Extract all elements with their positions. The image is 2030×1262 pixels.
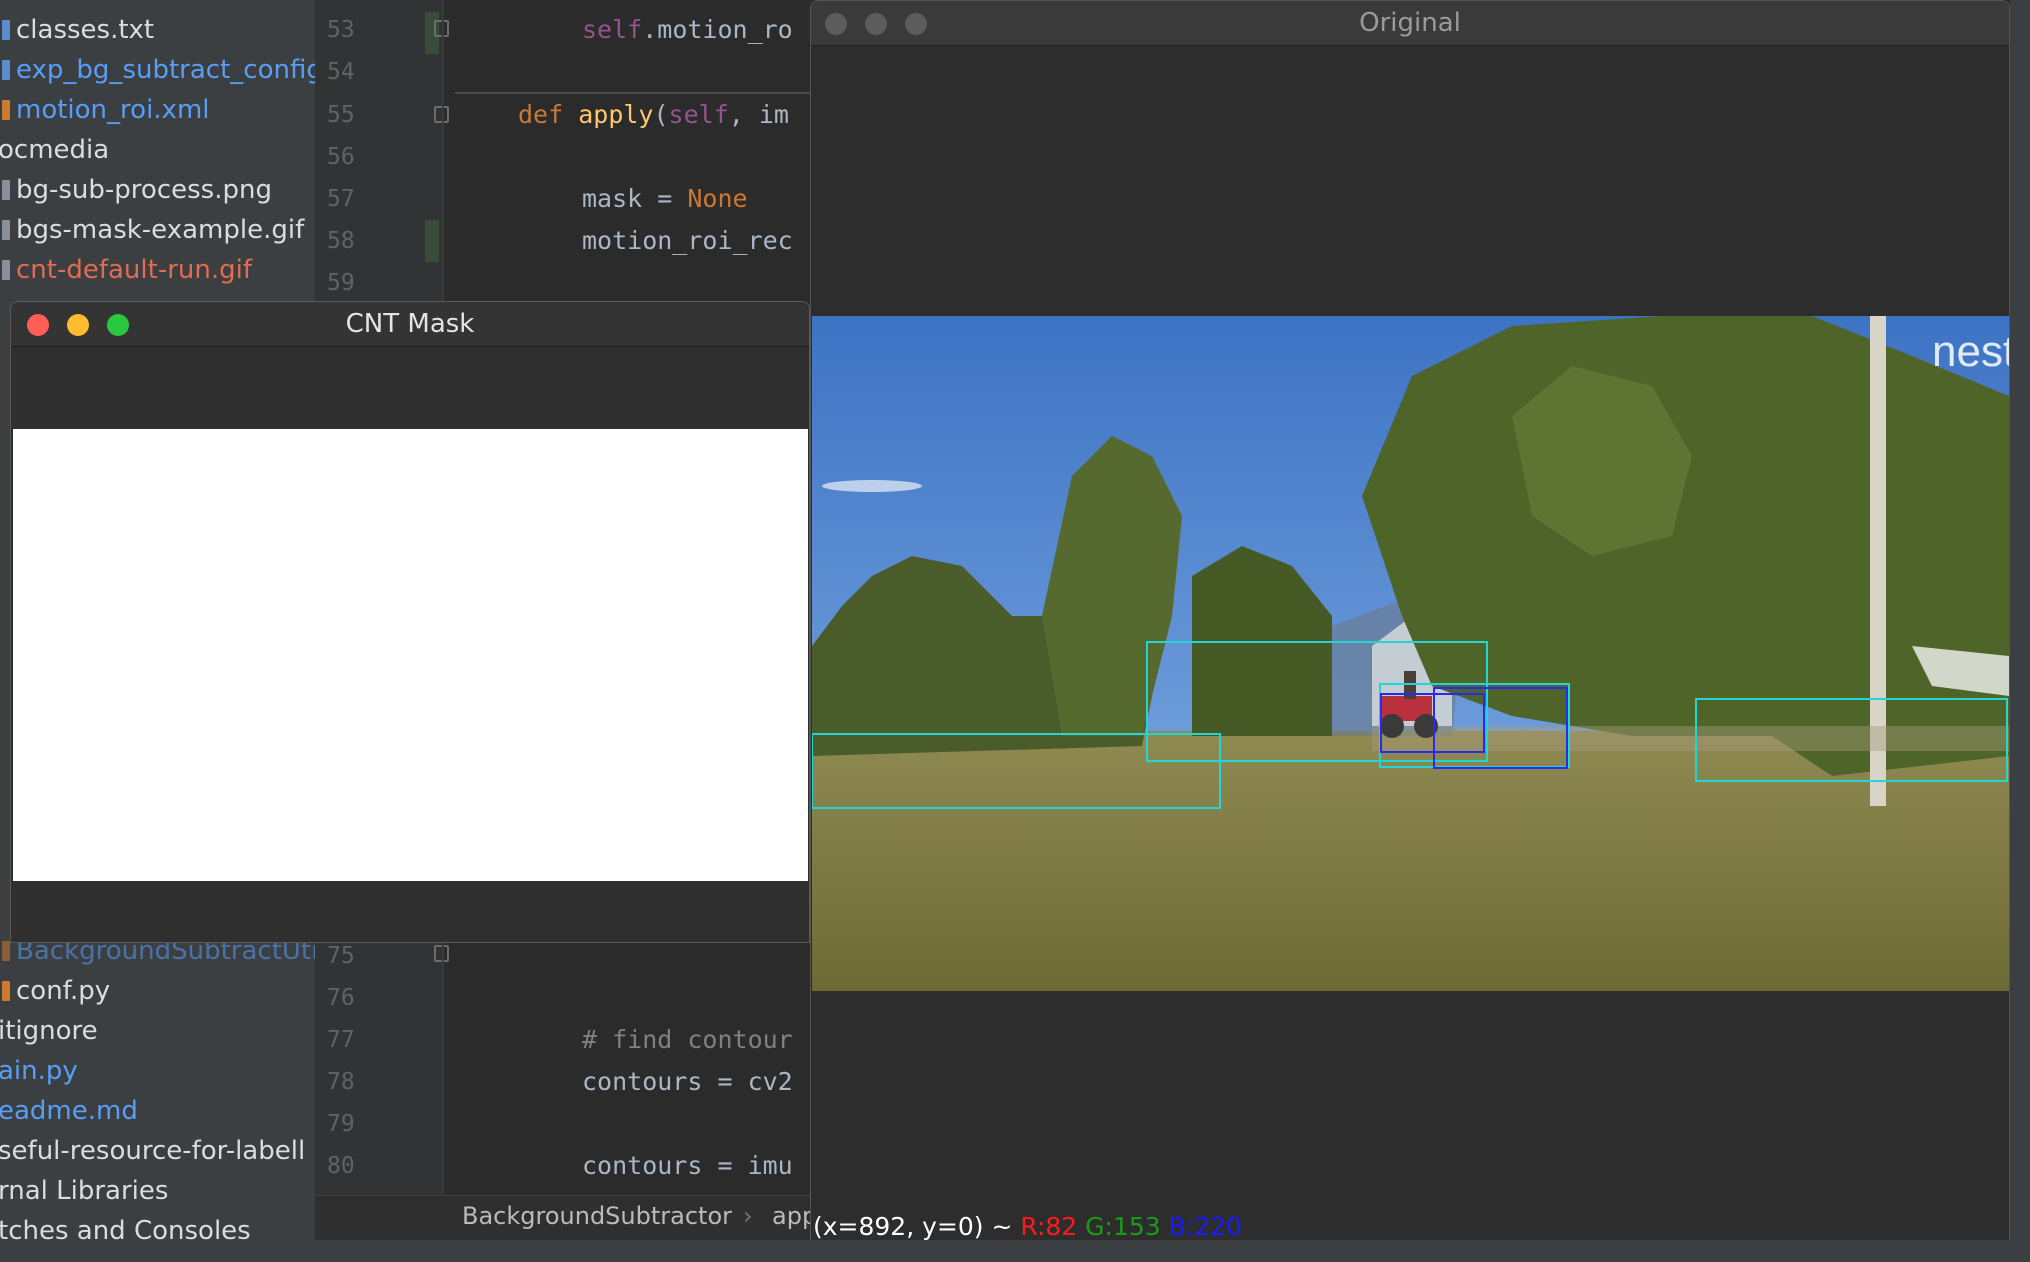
- pixel-green-value: G:153: [1085, 1212, 1161, 1241]
- code-line-80[interactable]: contours = imu: [582, 1146, 793, 1186]
- close-icon[interactable]: [825, 13, 847, 35]
- line-number: 56: [327, 144, 355, 170]
- code-line-53[interactable]: self.motion_ro: [582, 10, 793, 50]
- tree-item-classes-txt[interactable]: classes.txt: [0, 10, 315, 50]
- line-number: 79: [327, 1111, 355, 1137]
- code-line-55[interactable]: def apply(self, im: [518, 95, 789, 135]
- line-number: 77: [327, 1027, 355, 1053]
- tree-item-main-py[interactable]: ain.py: [0, 1051, 315, 1091]
- ide-status-bar: [0, 1240, 2030, 1262]
- config-file-icon: [2, 20, 10, 40]
- screen-edge-panel: [2010, 0, 2030, 1262]
- image-file-icon: [2, 180, 10, 200]
- tree-item-conf-py[interactable]: conf.py: [0, 971, 315, 1011]
- minimize-icon[interactable]: [865, 13, 887, 35]
- image-file-icon: [2, 220, 10, 240]
- line-number: 57: [327, 186, 355, 212]
- line-number: 53: [327, 17, 355, 43]
- tree-item-motion-roi-xml[interactable]: motion_roi.xml: [0, 90, 315, 130]
- code-line-77[interactable]: # find contour: [582, 1020, 793, 1060]
- line-number: 59: [327, 270, 355, 296]
- line-number: 58: [327, 228, 355, 254]
- breadcrumb: BackgroundSubtractor › app: [315, 1195, 815, 1241]
- breadcrumb-class[interactable]: BackgroundSubtractor: [462, 1202, 732, 1230]
- line-number: 80: [327, 1153, 355, 1179]
- config-file-icon: [2, 60, 10, 80]
- mask-image[interactable]: [13, 429, 808, 881]
- code-line-57[interactable]: mask = None: [582, 179, 748, 219]
- vcs-change-marker: [425, 220, 439, 262]
- tree-item-external-libraries[interactable]: rnal Libraries: [0, 1171, 315, 1211]
- zoom-icon[interactable]: [107, 314, 129, 336]
- method-separator: [455, 92, 815, 94]
- line-number: 78: [327, 1069, 355, 1095]
- code-line-78[interactable]: contours = cv2: [582, 1062, 793, 1102]
- pixel-blue-value: B:220: [1168, 1212, 1242, 1241]
- nest-watermark: nest: [1932, 327, 2009, 376]
- image-file-icon: [2, 260, 10, 280]
- line-number: 54: [327, 59, 355, 85]
- zoom-icon[interactable]: [905, 13, 927, 35]
- cloud: [822, 480, 922, 492]
- tree-item-exp-bg-subtract-config[interactable]: exp_bg_subtract_config: [0, 50, 315, 90]
- xml-file-icon: [2, 100, 10, 120]
- breadcrumb-method[interactable]: app: [772, 1202, 815, 1230]
- cnt-mask-window-titlebar[interactable]: CNT Mask: [11, 302, 809, 347]
- python-file-icon: [2, 981, 10, 1001]
- breadcrumb-separator-icon: ›: [743, 1202, 753, 1230]
- window-title: Original: [1359, 8, 1461, 38]
- video-frame[interactable]: nest: [812, 316, 2009, 991]
- tree-item-readme-md[interactable]: eadme.md: [0, 1091, 315, 1131]
- tree-item-bgs-mask-example-gif[interactable]: bgs-mask-example.gif: [0, 210, 315, 250]
- code-line-58[interactable]: motion_roi_rec: [582, 221, 793, 261]
- window-title: CNT Mask: [345, 309, 475, 339]
- line-number: 55: [327, 102, 355, 128]
- original-window-titlebar[interactable]: Original: [811, 1, 2009, 46]
- cnt-mask-window[interactable]: CNT Mask: [10, 301, 810, 943]
- tree-item-ocmedia-folder[interactable]: ocmedia: [0, 130, 315, 170]
- line-number: 76: [327, 985, 355, 1011]
- tree-item-gitignore[interactable]: itignore: [0, 1011, 315, 1051]
- minimize-icon[interactable]: [67, 314, 89, 336]
- tree-item-useful-resource[interactable]: seful-resource-for-labell: [0, 1131, 315, 1171]
- dirt-path: [1372, 726, 2009, 751]
- cursor-coordinates: (x=892, y=0) ~: [813, 1212, 1013, 1241]
- tree-item-cnt-default-run-gif[interactable]: cnt-default-run.gif: [0, 250, 315, 290]
- close-icon[interactable]: [27, 314, 49, 336]
- original-window[interactable]: Original nest (x=892, y=0) ~ R:82 G:153 …: [810, 0, 2010, 1245]
- pixel-red-value: R:82: [1020, 1212, 1078, 1241]
- tree-item-bg-sub-process-png[interactable]: bg-sub-process.png: [0, 170, 315, 210]
- python-file-icon: [2, 941, 10, 961]
